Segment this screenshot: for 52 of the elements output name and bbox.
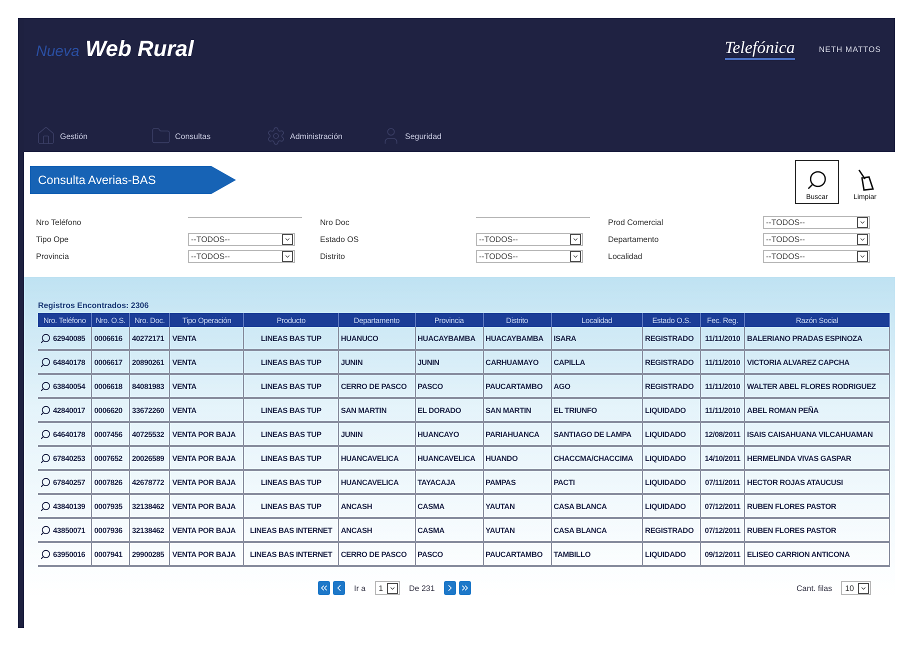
field-label: Distrito xyxy=(319,252,346,261)
first-page-button[interactable] xyxy=(318,581,330,595)
search-icon[interactable] xyxy=(40,380,51,392)
company-logo: Telefónica xyxy=(724,38,795,60)
field-label: Provincia xyxy=(35,252,70,261)
dropdown-field[interactable]: --TODOS-- xyxy=(188,250,295,263)
double-chevron-left-icon xyxy=(319,583,329,593)
field-label: Localidad xyxy=(607,252,644,261)
page-title: Consulta Averias-BAS xyxy=(30,166,236,194)
app-title: Web Rural xyxy=(85,36,194,62)
folder-icon xyxy=(151,126,171,146)
nav-item[interactable]: Gestión xyxy=(36,126,151,146)
dropdown-field[interactable]: --TODOS-- xyxy=(763,216,870,229)
search-icon[interactable] xyxy=(40,404,51,416)
results-count: Registros Encontrados: 2306 xyxy=(38,301,150,310)
dropdown-field[interactable]: --TODOS-- xyxy=(476,233,583,246)
search-icon[interactable] xyxy=(40,452,51,464)
field-label: Nro Teléfono xyxy=(35,218,82,227)
field-label: Departamento xyxy=(607,235,660,244)
page-total: De 231 xyxy=(409,584,435,592)
nav-item[interactable]: Consultas xyxy=(151,126,266,146)
broom-icon xyxy=(856,169,874,191)
search-icon[interactable] xyxy=(40,524,51,536)
search-icon[interactable] xyxy=(40,428,51,440)
house-icon xyxy=(36,126,56,146)
search-icon[interactable] xyxy=(40,356,51,368)
dropdown-field[interactable]: --TODOS-- xyxy=(476,250,583,263)
gear-icon xyxy=(266,126,286,146)
field-label: Tipo Ope xyxy=(35,235,70,244)
search-icon[interactable] xyxy=(40,476,51,488)
search-icon[interactable] xyxy=(40,332,51,344)
double-chevron-right-icon xyxy=(460,583,470,593)
dropdown-field[interactable]: --TODOS-- xyxy=(188,233,295,246)
next-page-button[interactable] xyxy=(444,581,456,595)
nav-item[interactable]: Administración xyxy=(266,126,381,146)
brand-prefix: Nueva xyxy=(36,43,80,60)
field-label: Prod Comercial xyxy=(607,218,664,227)
nav-item[interactable]: Seguridad xyxy=(381,126,496,146)
search-icon xyxy=(806,169,828,191)
rows-select[interactable]: 10 xyxy=(841,581,871,595)
dropdown-field[interactable]: --TODOS-- xyxy=(763,250,870,263)
previous-page-button[interactable] xyxy=(333,581,345,595)
dropdown-field[interactable]: --TODOS-- xyxy=(763,233,870,246)
last-page-button[interactable] xyxy=(458,581,471,595)
field-label: Nro Doc xyxy=(319,218,350,227)
search-icon[interactable] xyxy=(40,548,51,560)
goto-label: Ir a xyxy=(354,584,366,592)
rows-label: Cant. filas xyxy=(796,584,832,592)
field-label: Estado OS xyxy=(319,235,360,244)
user-name: NETH MATTOS xyxy=(818,44,881,54)
search-icon[interactable] xyxy=(40,500,51,512)
page-select[interactable]: 1 xyxy=(374,581,400,595)
